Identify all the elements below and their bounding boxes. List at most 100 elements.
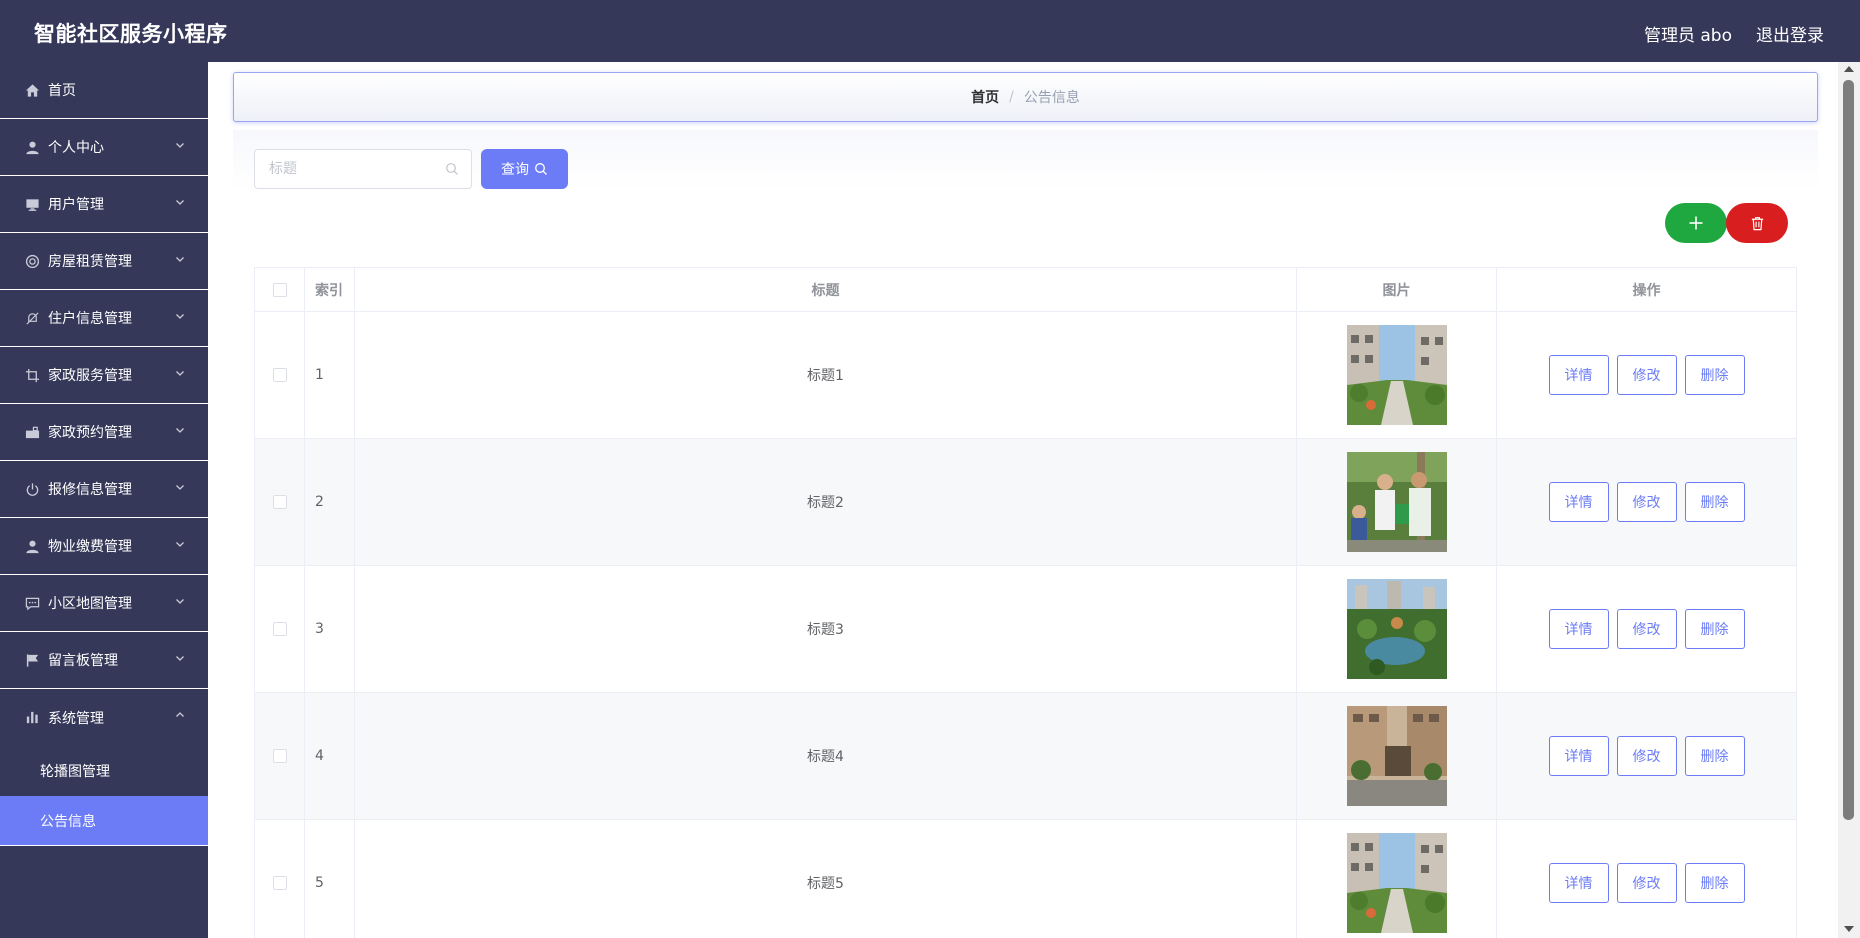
edit-button[interactable]: 修改 <box>1616 609 1677 649</box>
chevron-down-icon <box>176 257 184 262</box>
volunteers-photo[interactable] <box>1346 452 1447 552</box>
detail-button[interactable]: 详情 <box>1548 355 1609 395</box>
main-area: 首页 / 公告信息 查询 索引 标题 图片 操 <box>208 62 1838 938</box>
sidebar-item-property-fee[interactable]: 物业缴费管理 <box>0 518 208 575</box>
community-street-photo[interactable] <box>1346 325 1447 425</box>
breadcrumb: 首页 / 公告信息 <box>233 72 1818 122</box>
edit-button[interactable]: 修改 <box>1616 736 1677 776</box>
chat-icon <box>24 595 40 611</box>
chevron-down-icon <box>176 485 184 490</box>
breadcrumb-current: 公告信息 <box>1023 90 1080 106</box>
row-index: 2 <box>304 438 355 566</box>
scroll-down-arrow-icon[interactable] <box>1844 926 1854 932</box>
sidebar-item-label: 留言板管理 <box>48 653 118 669</box>
sidebar-item-repair-info[interactable]: 报修信息管理 <box>0 461 208 518</box>
header-index: 索引 <box>304 267 355 312</box>
chevron-down-icon <box>176 200 184 205</box>
row-title: 标题4 <box>354 692 1297 820</box>
detail-button[interactable]: 详情 <box>1548 736 1609 776</box>
query-button[interactable]: 查询 <box>481 149 568 189</box>
sidebar-item-house-rental[interactable]: 房屋租赁管理 <box>0 233 208 290</box>
table-row: 5 标题5 详情 修改 删除 <box>254 819 1797 938</box>
row-title: 标题1 <box>354 311 1297 439</box>
sidebar-item-message-board[interactable]: 留言板管理 <box>0 632 208 689</box>
delete-button[interactable]: 删除 <box>1684 609 1745 649</box>
row-select-cell <box>254 565 305 693</box>
header-select-all[interactable] <box>254 267 305 312</box>
user-icon <box>24 538 40 554</box>
row-select-cell <box>254 692 305 820</box>
sidebar-item-housekeeping-service[interactable]: 家政服务管理 <box>0 347 208 404</box>
table-row: 3 标题3 详情 修改 删除 <box>254 565 1797 693</box>
sidebar-item-personal-center[interactable]: 个人中心 <box>0 119 208 176</box>
monitor-icon <box>24 196 40 212</box>
chevron-up-icon <box>176 712 184 717</box>
header-actions: 操作 <box>1496 267 1797 312</box>
row-actions: 详情 修改 删除 <box>1496 819 1797 938</box>
sidebar-item-community-map[interactable]: 小区地图管理 <box>0 575 208 632</box>
bar-chart-icon <box>24 710 40 726</box>
row-checkbox[interactable] <box>272 495 287 509</box>
chevron-down-icon <box>176 599 184 604</box>
row-image-cell <box>1296 311 1497 439</box>
delete-button[interactable]: 删除 <box>1684 863 1745 903</box>
edit-button[interactable]: 修改 <box>1616 482 1677 522</box>
power-icon <box>24 481 40 497</box>
breadcrumb-separator: / <box>1009 89 1014 105</box>
apartment-entrance-photo[interactable] <box>1346 706 1447 806</box>
row-select-cell <box>254 819 305 938</box>
suitcase-icon <box>24 424 40 440</box>
sidebar-item-system-management[interactable]: 系统管理 <box>0 689 208 746</box>
user-icon <box>24 139 40 155</box>
row-index: 5 <box>304 819 355 938</box>
admin-user-label[interactable]: 管理员 abo <box>1644 21 1732 46</box>
sidebar-item-resident-info[interactable]: 住户信息管理 <box>0 290 208 347</box>
header-user-area: 管理员 abo 退出登录 <box>1644 21 1824 46</box>
table-row: 4 标题4 详情 修改 删除 <box>254 692 1797 820</box>
sidebar-item-label: 首页 <box>48 83 76 99</box>
sidebar-item-label: 物业缴费管理 <box>48 539 132 555</box>
batch-delete-button[interactable] <box>1726 203 1788 243</box>
table-row: 2 标题2 详情 修改 删除 <box>254 438 1797 566</box>
announcements-table: 索引 标题 图片 操作 1 标题1 详情 修改 删除 2 标题2 详情 修改 删… <box>254 267 1797 938</box>
search-icon <box>446 163 458 175</box>
detail-button[interactable]: 详情 <box>1548 482 1609 522</box>
garden-pond-photo[interactable] <box>1346 579 1447 679</box>
select-all-checkbox[interactable] <box>272 282 287 297</box>
scrollbar-thumb[interactable] <box>1843 80 1854 820</box>
page-scrollbar[interactable] <box>1838 62 1860 938</box>
row-checkbox[interactable] <box>272 622 287 636</box>
breadcrumb-home[interactable]: 首页 <box>971 87 999 107</box>
sidebar-item-label: 小区地图管理 <box>48 596 132 612</box>
add-button[interactable] <box>1665 203 1727 243</box>
row-checkbox[interactable] <box>272 876 287 890</box>
title-search-input[interactable] <box>254 149 472 189</box>
sidebar-item-label: 系统管理 <box>48 710 104 727</box>
sidebar-item-label: 家政预约管理 <box>48 425 132 441</box>
detail-button[interactable]: 详情 <box>1548 609 1609 649</box>
logout-button[interactable]: 退出登录 <box>1756 21 1824 46</box>
delete-button[interactable]: 删除 <box>1684 482 1745 522</box>
sidebar-item-user-management[interactable]: 用户管理 <box>0 176 208 233</box>
sidebar-subitem-label: 公告信息 <box>40 813 96 830</box>
scroll-up-arrow-icon[interactable] <box>1844 66 1854 72</box>
detail-button[interactable]: 详情 <box>1548 863 1609 903</box>
row-image-cell <box>1296 819 1497 938</box>
header-image: 图片 <box>1296 267 1497 312</box>
plus-icon <box>1689 216 1703 230</box>
delete-button[interactable]: 删除 <box>1684 736 1745 776</box>
row-checkbox[interactable] <box>272 368 287 382</box>
table-header-row: 索引 标题 图片 操作 <box>254 267 1797 312</box>
app-title: 智能社区服务小程序 <box>34 22 228 46</box>
edit-button[interactable]: 修改 <box>1616 355 1677 395</box>
chevron-down-icon <box>176 143 184 148</box>
community-street-photo[interactable] <box>1346 833 1447 933</box>
sidebar-subitem-carousel[interactable]: 轮播图管理 <box>0 746 208 796</box>
content-panel: 查询 索引 标题 图片 操作 <box>233 130 1818 938</box>
sidebar-item-home[interactable]: 首页 <box>0 62 208 119</box>
edit-button[interactable]: 修改 <box>1616 863 1677 903</box>
sidebar-item-housekeeping-booking[interactable]: 家政预约管理 <box>0 404 208 461</box>
sidebar-subitem-announcements[interactable]: 公告信息 <box>0 796 208 846</box>
delete-button[interactable]: 删除 <box>1684 355 1745 395</box>
row-checkbox[interactable] <box>272 749 287 763</box>
